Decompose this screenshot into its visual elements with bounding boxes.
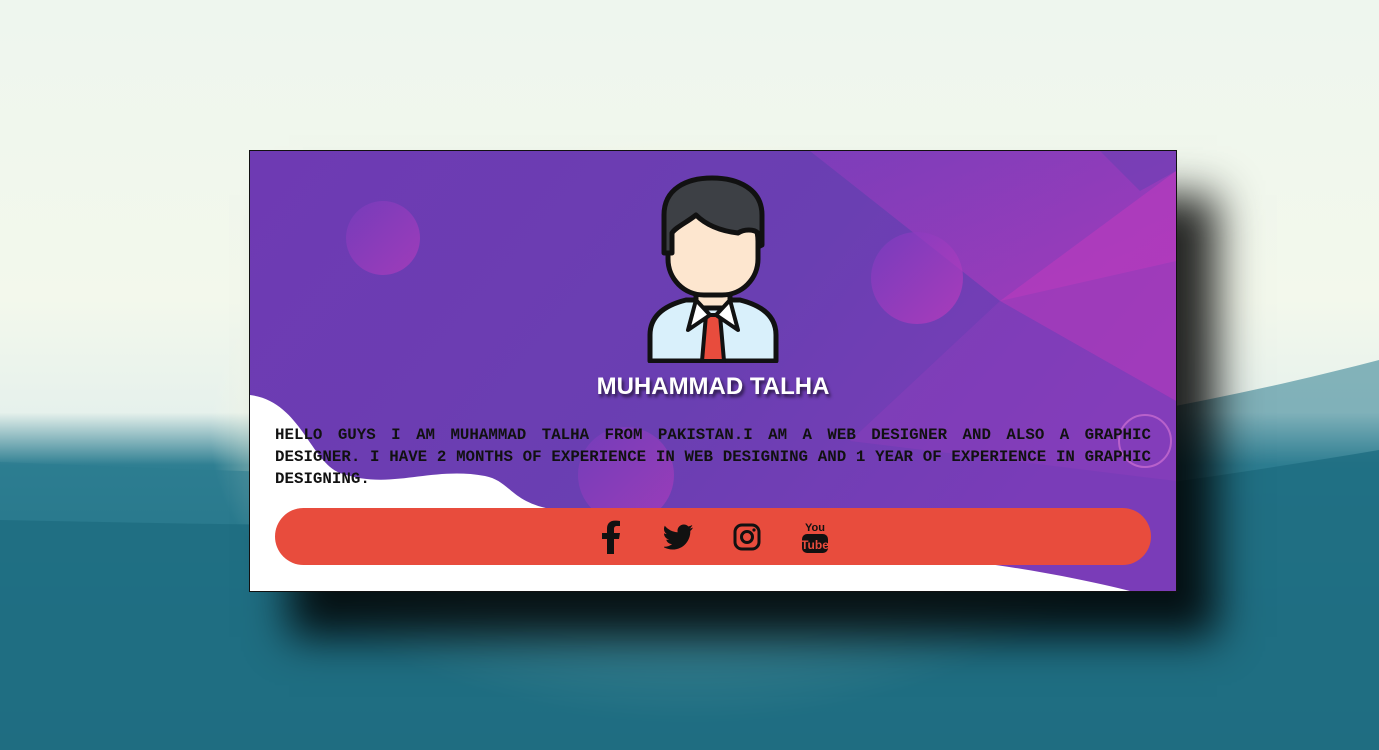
facebook-link[interactable] bbox=[592, 518, 630, 556]
profile-name: MUHAMMAD TALHA bbox=[596, 373, 830, 400]
profile-card: MUHAMMAD TALHA HELLO GUYS I AM MUHAMMAD … bbox=[249, 150, 1177, 592]
profile-bio: HELLO GUYS I AM MUHAMMAD TALHA FROM PAKI… bbox=[275, 426, 1151, 488]
social-links-bar: You Tube bbox=[275, 508, 1151, 565]
facebook-icon bbox=[602, 520, 620, 554]
twitter-icon bbox=[664, 524, 693, 549]
youtube-icon: You Tube bbox=[801, 522, 829, 553]
svg-text:You: You bbox=[805, 522, 825, 534]
youtube-link[interactable]: You Tube bbox=[796, 518, 834, 556]
svg-text:Tube: Tube bbox=[801, 538, 829, 552]
twitter-link[interactable] bbox=[660, 518, 698, 556]
instagram-link[interactable] bbox=[728, 518, 766, 556]
instagram-icon bbox=[733, 523, 761, 550]
man-avatar-icon bbox=[647, 175, 779, 363]
